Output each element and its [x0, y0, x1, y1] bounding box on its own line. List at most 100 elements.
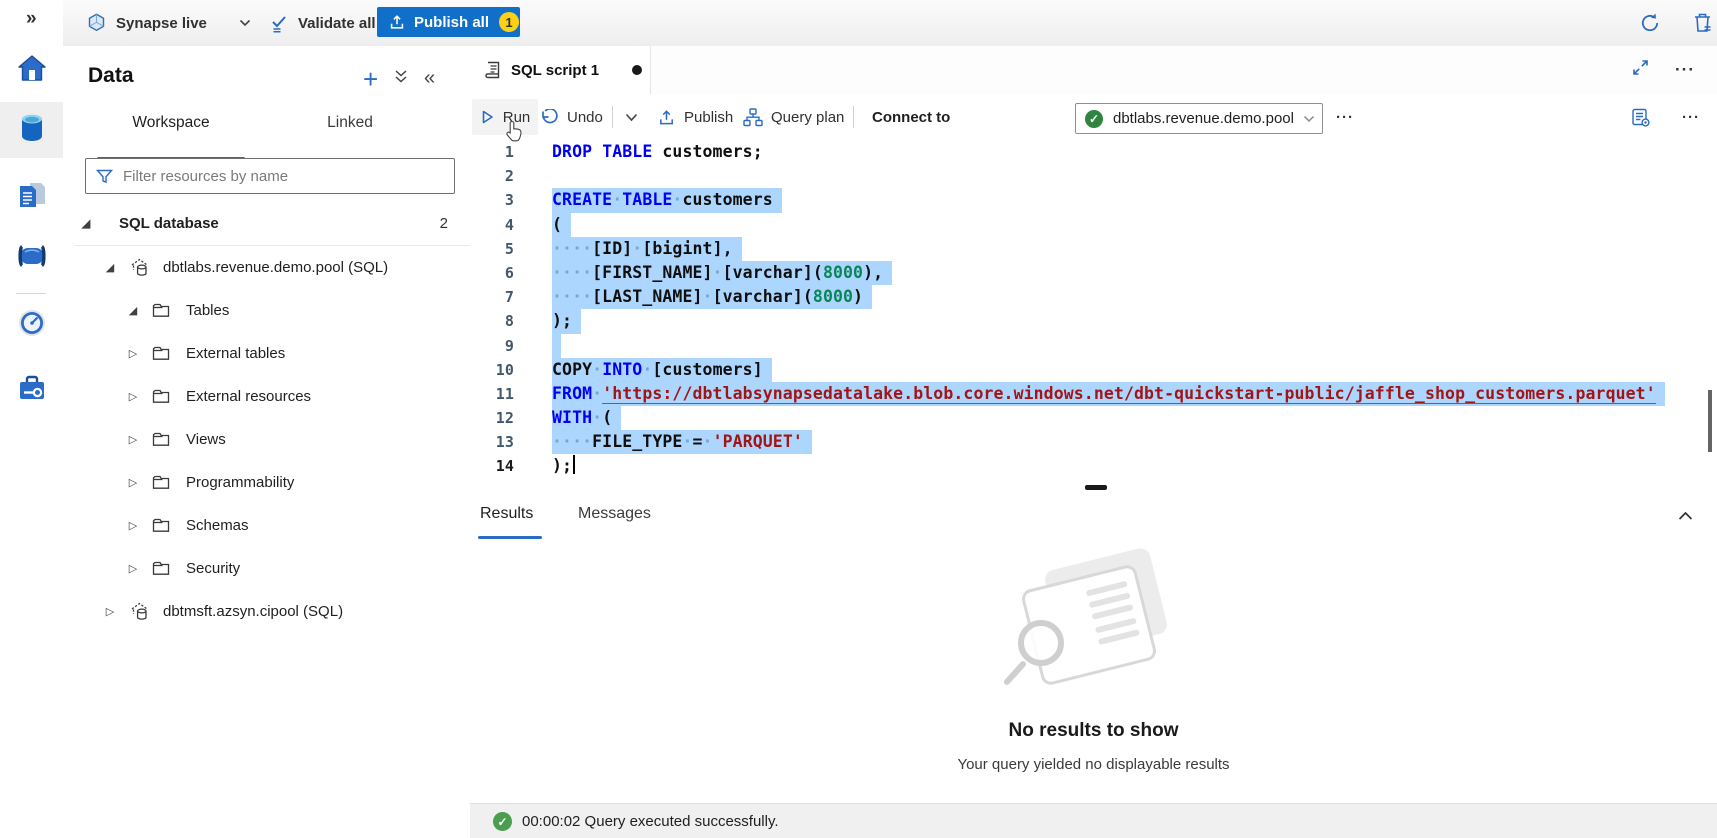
- tab-linked[interactable]: Linked: [293, 114, 407, 132]
- rail-integrate-button[interactable]: [0, 230, 63, 286]
- publish-all-button[interactable]: Publish all 1: [377, 7, 520, 37]
- code-line[interactable]: 5····[ID]·[bigint],: [470, 237, 1717, 261]
- tree-item-schemas[interactable]: ▷Schemas: [63, 504, 470, 547]
- publish-button[interactable]: Publish: [657, 94, 733, 140]
- synapse-live-menu[interactable]: Synapse live: [86, 0, 251, 46]
- tree-item-dbtlabs-revenue-demo-pool-sql-[interactable]: ◢ dbtlabs.revenue.demo.pool (SQL): [63, 246, 470, 289]
- code-line[interactable]: 10COPY·INTO·[customers]: [470, 358, 1717, 382]
- code-line[interactable]: 14);: [470, 454, 1717, 478]
- code-line[interactable]: 11FROM·'https://dbtlabsynapsedatalake.bl…: [470, 382, 1717, 406]
- run-play-icon: [480, 109, 495, 125]
- publish-upload-icon: [657, 108, 676, 127]
- refresh-button[interactable]: [1638, 0, 1662, 46]
- line-number: 8: [470, 309, 514, 333]
- expander-collapsed-icon[interactable]: ▷: [126, 433, 140, 446]
- filter-resources-input[interactable]: [121, 167, 454, 186]
- chevron-down-icon: [1303, 115, 1315, 123]
- discard-button[interactable]: [1691, 0, 1714, 46]
- query-plan-button[interactable]: Query plan: [743, 94, 844, 140]
- tab-results[interactable]: Results: [480, 505, 533, 523]
- editor-vertical-scrollbar[interactable]: [1708, 390, 1712, 452]
- folder-icon: [152, 475, 175, 490]
- line-number: 6: [470, 261, 514, 285]
- chevron-down-icon[interactable]: [239, 19, 251, 27]
- tree-item-views[interactable]: ▷Views: [63, 418, 470, 461]
- tree-item-dbtmsft-azsyn-cipool-sql-[interactable]: ▷dbtmsft.azsyn.cipool (SQL): [63, 590, 470, 633]
- code-line[interactable]: 2: [470, 164, 1717, 188]
- run-options-chevron[interactable]: [625, 94, 638, 140]
- sql-code-editor[interactable]: 1DROP TABLE customers;23CREATE·TABLE·cus…: [470, 140, 1717, 486]
- collapse-all-icon[interactable]: [394, 69, 408, 90]
- validate-all-label: Validate all: [298, 15, 376, 32]
- tree-item-external-tables[interactable]: ▷External tables: [63, 332, 470, 375]
- validate-checklist-icon: [268, 12, 290, 34]
- connect-to-label: Connect to: [872, 94, 950, 140]
- monitor-icon: [17, 308, 47, 343]
- tab-workspace[interactable]: Workspace: [97, 114, 245, 132]
- line-number: 14: [470, 454, 514, 478]
- tree-item-label: SQL database: [119, 215, 219, 232]
- expander-collapsed-icon[interactable]: ▷: [126, 476, 140, 489]
- rail-develop-button[interactable]: [0, 169, 63, 225]
- rail-manage-button[interactable]: [0, 362, 63, 418]
- pane-resize-handle[interactable]: [1085, 485, 1107, 490]
- mouse-hand-cursor: [505, 120, 524, 147]
- expander-collapsed-icon[interactable]: ▷: [103, 605, 117, 618]
- expander-collapsed-icon[interactable]: ▷: [126, 562, 140, 575]
- expander-expanded-icon[interactable]: ◢: [79, 217, 93, 230]
- script-toolbar: Run Undo Publish Query plan Connec: [470, 94, 1717, 141]
- list-gear-icon: [1630, 107, 1651, 128]
- rail-data-button[interactable]: [0, 102, 63, 158]
- rail-monitor-button[interactable]: [0, 297, 63, 353]
- collapse-results-icon[interactable]: [1678, 508, 1693, 526]
- toolbar-divider: [612, 106, 613, 128]
- line-number: 13: [470, 430, 514, 454]
- connect-to-dropdown[interactable]: ✓ dbtlabs.revenue.demo.pool: [1075, 103, 1323, 134]
- tree-item-tables[interactable]: ◢Tables: [63, 289, 470, 332]
- data-panel: Data + « Workspace Linked ◢SQL database2…: [63, 46, 471, 838]
- tab-messages[interactable]: Messages: [578, 505, 651, 523]
- code-text-selected: ····[LAST_NAME]·[varchar](8000): [552, 285, 872, 309]
- tree-item-programmability[interactable]: ▷Programmability: [63, 461, 470, 504]
- code-line[interactable]: 6····[FIRST_NAME]·[varchar](8000),: [470, 261, 1717, 285]
- undo-button[interactable]: Undo: [540, 94, 603, 140]
- rail-home-button[interactable]: [0, 42, 63, 98]
- code-line[interactable]: 7 ····[LAST_NAME]·[varchar](8000): [470, 285, 1717, 309]
- code-text-selected: CREATE·TABLE·customers: [552, 188, 782, 212]
- add-resource-button[interactable]: +: [363, 64, 378, 95]
- validate-all-button[interactable]: Validate all: [268, 0, 376, 46]
- filter-resources-box: [85, 158, 455, 194]
- expand-rail-icon[interactable]: »: [26, 8, 35, 30]
- line-number: 5: [470, 237, 514, 261]
- expander-expanded-icon[interactable]: ◢: [126, 304, 140, 317]
- success-check-icon: ✓: [493, 812, 512, 831]
- toolbar-overflow-icon[interactable]: ···: [1682, 94, 1700, 140]
- expander-expanded-icon[interactable]: ◢: [103, 261, 117, 274]
- code-line[interactable]: 3CREATE·TABLE·customers: [470, 188, 1717, 212]
- line-number: 4: [470, 213, 514, 237]
- tree-item-external-resources[interactable]: ▷External resources: [63, 375, 470, 418]
- toolbar-more-icon[interactable]: ···: [1336, 94, 1354, 140]
- code-text-selected: );: [552, 309, 581, 333]
- publish-label: Publish: [684, 109, 733, 126]
- code-line[interactable]: 12WITH·(: [470, 406, 1717, 430]
- tab-sql-script-1[interactable]: SQL script 1: [470, 46, 651, 94]
- tab-more-actions-icon[interactable]: ···: [1675, 60, 1695, 80]
- publish-all-label: Publish all: [414, 14, 489, 31]
- expander-collapsed-icon[interactable]: ▷: [126, 347, 140, 360]
- code-line[interactable]: 4(: [470, 213, 1717, 237]
- tree-item-sql-database[interactable]: ◢SQL database2: [63, 202, 470, 245]
- line-number: 7: [470, 285, 514, 309]
- view-settings-button[interactable]: [1630, 94, 1651, 140]
- code-line[interactable]: 8);: [470, 309, 1717, 333]
- expander-collapsed-icon[interactable]: ▷: [126, 390, 140, 403]
- expand-editor-icon[interactable]: [1632, 59, 1649, 81]
- code-line[interactable]: 9: [470, 334, 1717, 358]
- code-line[interactable]: 13····FILE_TYPE·=·'PARQUET': [470, 430, 1717, 454]
- code-line[interactable]: 1DROP TABLE customers;: [470, 140, 1717, 164]
- expander-collapsed-icon[interactable]: ▷: [126, 519, 140, 532]
- tree-item-security[interactable]: ▷Security: [63, 547, 470, 590]
- main-work-area: SQL script 1 ··· Run Undo: [470, 46, 1717, 838]
- collapse-panel-icon[interactable]: «: [424, 67, 435, 90]
- tree-item-label: dbtlabs.revenue.demo.pool (SQL): [163, 259, 388, 276]
